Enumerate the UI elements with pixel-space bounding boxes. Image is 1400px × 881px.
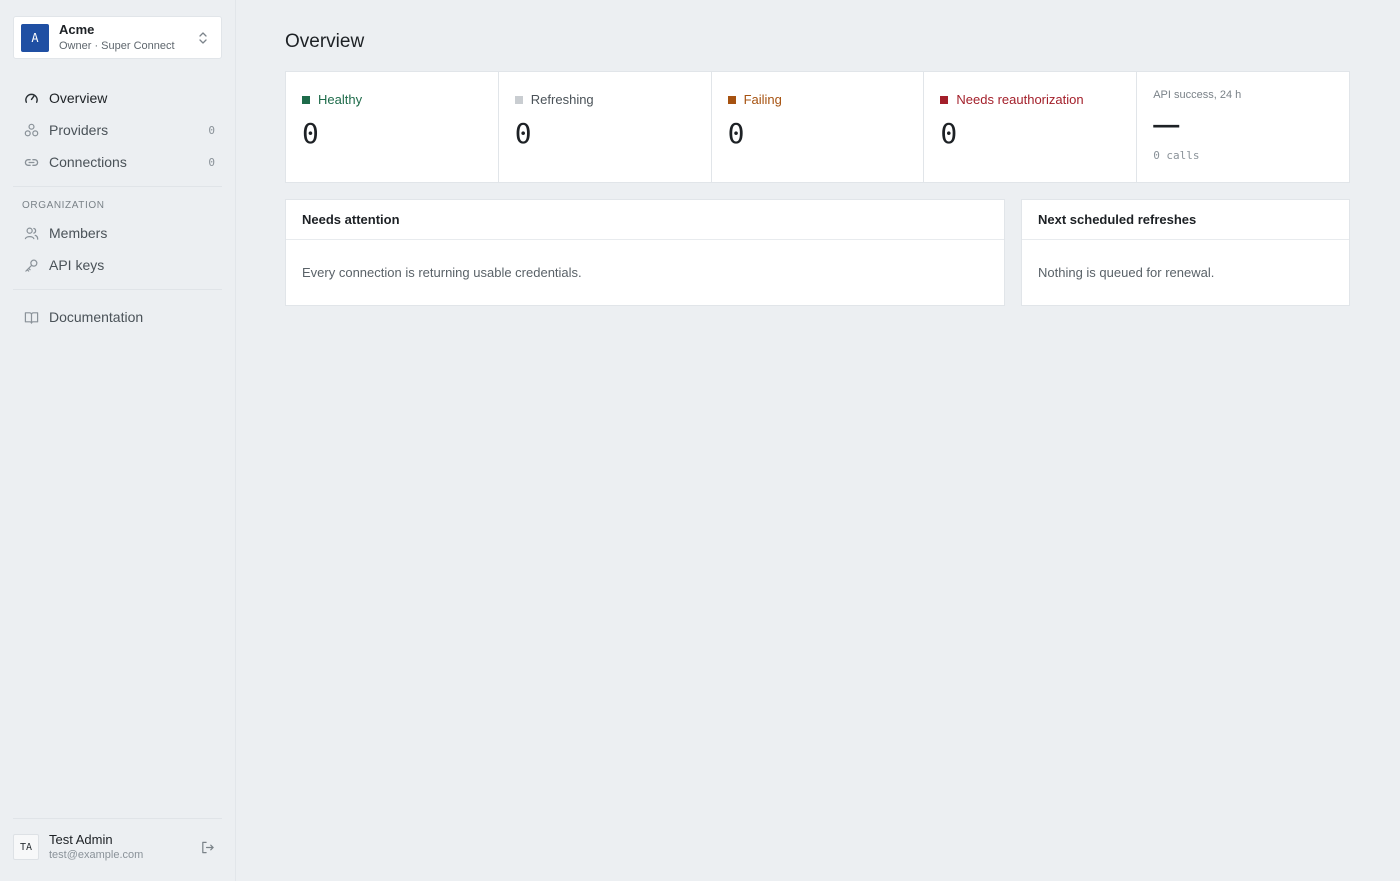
chevron-up-down-icon <box>193 31 213 45</box>
stat-api-success: API success, 24 h — 0 calls <box>1137 72 1349 182</box>
count-badge: 0 <box>208 155 215 169</box>
panel-title: Next scheduled refreshes <box>1022 200 1349 240</box>
status-swatch <box>940 95 949 104</box>
stat-value: 0 <box>940 117 958 150</box>
org-switcher[interactable]: A Acme Owner · Super Connect <box>13 16 222 59</box>
section-label-organization: Organization <box>22 200 105 211</box>
status-swatch <box>514 95 523 104</box>
api-success-value: — <box>1153 109 1180 139</box>
stat-label: Needs reauthorization <box>956 92 1084 107</box>
status-swatch <box>302 95 310 104</box>
page-title: Overview <box>285 31 365 52</box>
panel-empty-message: Every connection is returning usable cre… <box>302 265 582 280</box>
needs-attention-panel: Needs attention Every connection is retu… <box>285 199 1005 306</box>
stat-refreshing: Refreshing 0 <box>499 72 712 182</box>
stat-label: Healthy <box>318 92 363 107</box>
gauge-icon <box>23 90 39 106</box>
sidebar-item-api-keys[interactable]: API keys <box>13 249 222 281</box>
stat-value: 0 <box>302 117 319 150</box>
stat-failing: Failing 0 <box>712 72 925 182</box>
sidebar-item-label: Documentation <box>49 309 144 325</box>
panel-title: Needs attention <box>286 200 1004 240</box>
stat-value: 0 <box>727 117 745 150</box>
org-nav: Members API keys <box>13 217 222 281</box>
sidebar-item-label: Connections <box>49 154 127 170</box>
org-avatar: A <box>21 23 49 52</box>
sidebar-item-overview[interactable]: Overview <box>13 82 222 114</box>
sidebar-item-connections[interactable]: Connections 0 <box>13 146 222 178</box>
sidebar-item-label: Providers <box>49 122 109 138</box>
nav-divider <box>13 289 222 290</box>
logout-icon[interactable] <box>196 840 218 855</box>
sidebar-item-label: API keys <box>49 257 105 273</box>
key-icon <box>23 257 39 273</box>
api-success-label: API success, 24 h <box>1153 89 1242 101</box>
avatar: TA <box>13 834 39 860</box>
book-icon <box>23 309 39 325</box>
org-name: Acme <box>59 21 95 37</box>
scheduled-refreshes-panel: Next scheduled refreshes Nothing is queu… <box>1021 199 1350 306</box>
stat-value: 0 <box>514 117 532 150</box>
stat-healthy: Healthy 0 <box>286 72 499 182</box>
sidebar-item-label: Members <box>49 225 108 241</box>
sidebar: A Acme Owner · Super Connect Overview Pr… <box>0 0 236 881</box>
users-icon <box>23 225 39 241</box>
user-profile: TA Test Admin test@example.com <box>13 829 222 865</box>
docs-nav: Documentation <box>13 301 222 333</box>
user-email: test@example.com <box>49 849 144 862</box>
nav-divider <box>13 186 222 187</box>
main-content: Overview Healthy 0 Refreshing 0 Failing … <box>236 0 1400 881</box>
status-swatch <box>727 95 736 104</box>
panel-empty-message: Nothing is queued for renewal. <box>1038 265 1215 280</box>
providers-icon <box>23 122 39 138</box>
org-subtitle: Owner · Super Connect <box>59 39 175 52</box>
count-badge: 0 <box>208 123 215 137</box>
stat-label: Refreshing <box>530 92 594 107</box>
sidebar-item-members[interactable]: Members <box>13 217 222 249</box>
link-icon <box>23 154 39 170</box>
sidebar-item-label: Overview <box>49 90 108 106</box>
main-nav: Overview Providers 0 Connections 0 <box>13 82 222 178</box>
stat-needs-reauthorization: Needs reauthorization 0 <box>924 72 1138 182</box>
status-summary: Healthy 0 Refreshing 0 Failing 0 Needs r… <box>285 71 1350 183</box>
nav-divider <box>13 818 222 819</box>
sidebar-item-providers[interactable]: Providers 0 <box>13 114 222 146</box>
api-calls-count: 0 calls <box>1153 149 1200 162</box>
sidebar-item-documentation[interactable]: Documentation <box>13 301 222 333</box>
user-name: Test Admin <box>49 831 113 847</box>
stat-label: Failing <box>743 92 782 107</box>
